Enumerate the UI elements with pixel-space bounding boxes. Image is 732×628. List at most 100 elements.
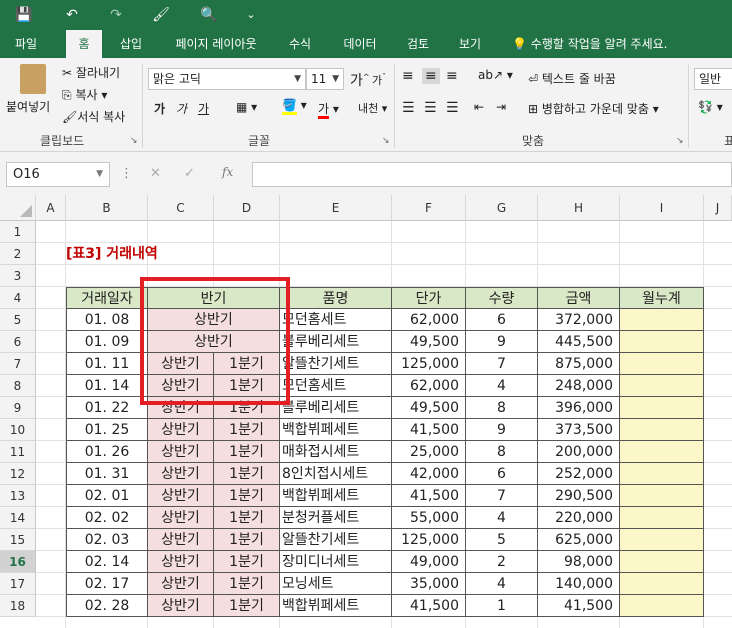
cumulative-cell[interactable] xyxy=(620,331,704,353)
amount-cell[interactable]: 396,000 xyxy=(538,397,620,419)
amount-cell[interactable]: 625,000 xyxy=(538,529,620,551)
price-cell[interactable]: 55,000 xyxy=(392,507,466,529)
half-cell[interactable]: 상반기 xyxy=(148,507,214,529)
customize-toolbar-icon[interactable]: ⌄ xyxy=(244,6,258,24)
increase-indent-icon[interactable]: ⇥ xyxy=(496,100,506,114)
date-cell[interactable]: 01. 14 xyxy=(66,375,148,397)
paste-icon[interactable] xyxy=(20,64,46,94)
tab-page-layout[interactable]: 페이지 레이아웃 xyxy=(166,30,266,58)
row-header-5[interactable]: 5 xyxy=(0,309,36,331)
product-cell[interactable]: 블루베리세트 xyxy=(280,331,392,353)
row-header-6[interactable]: 6 xyxy=(0,331,36,353)
half-cell[interactable]: 상반기 xyxy=(148,595,214,617)
quarter-cell[interactable]: 1분기 xyxy=(214,529,280,551)
price-cell[interactable]: 41,500 xyxy=(392,419,466,441)
header-cumulative[interactable]: 월누계 xyxy=(620,287,704,309)
column-header-d[interactable]: D xyxy=(214,195,280,221)
qty-cell[interactable]: 8 xyxy=(466,441,538,463)
print-preview-icon[interactable]: 🔍 xyxy=(198,6,220,24)
row-header-12[interactable]: 12 xyxy=(0,463,36,485)
border-button[interactable]: ▦ ▾ xyxy=(236,100,257,114)
accounting-format-icon[interactable]: 💱 ▾ xyxy=(698,100,723,114)
cancel-icon[interactable]: ✕ xyxy=(150,166,161,181)
custom-quick-access-icon[interactable]: 🖌 xyxy=(150,6,172,24)
quarter-cell[interactable]: 1분기 xyxy=(214,507,280,529)
column-header-j[interactable]: J xyxy=(704,195,732,221)
column-header-b[interactable]: B xyxy=(66,195,148,221)
date-cell[interactable]: 02. 03 xyxy=(66,529,148,551)
row-header-4[interactable]: 4 xyxy=(0,287,36,309)
product-cell[interactable]: 분청커플세트 xyxy=(280,507,392,529)
sheet-title[interactable]: [표3] 거래내역 xyxy=(66,243,158,263)
row-header-13[interactable]: 13 xyxy=(0,485,36,507)
header-qty[interactable]: 수량 xyxy=(466,287,538,309)
font-size-dropdown[interactable]: 11 ▼ xyxy=(306,68,344,90)
product-cell[interactable]: 매화접시세트 xyxy=(280,441,392,463)
align-right-icon[interactable]: ☰ xyxy=(446,100,459,116)
align-top-icon[interactable]: ≡ xyxy=(402,68,414,84)
row-header-9[interactable]: 9 xyxy=(0,397,36,419)
header-amount[interactable]: 금액 xyxy=(538,287,620,309)
product-cell[interactable]: 장미디너세트 xyxy=(280,551,392,573)
price-cell[interactable]: 25,000 xyxy=(392,441,466,463)
column-header-h[interactable]: H xyxy=(538,195,620,221)
half-cell[interactable]: 상반기 xyxy=(148,573,214,595)
quarter-cell[interactable]: 1분기 xyxy=(214,485,280,507)
row-header-1[interactable]: 1 xyxy=(0,221,36,243)
half-cell[interactable]: 상반기 xyxy=(148,441,214,463)
tab-data[interactable]: 데이터 xyxy=(336,30,384,58)
italic-button[interactable]: 가 xyxy=(176,100,187,117)
row-header-3[interactable]: 3 xyxy=(0,265,36,287)
tab-formulas[interactable]: 수식 xyxy=(282,30,318,58)
price-cell[interactable]: 62,000 xyxy=(392,375,466,397)
cumulative-cell[interactable] xyxy=(620,551,704,573)
phonetic-button[interactable]: 내천 ▾ xyxy=(358,100,387,116)
decrease-indent-icon[interactable]: ⇤ xyxy=(474,100,484,114)
row-header-7[interactable]: 7 xyxy=(0,353,36,375)
cumulative-cell[interactable] xyxy=(620,375,704,397)
quarter-cell[interactable]: 1분기 xyxy=(214,595,280,617)
product-cell[interactable]: 모닝세트 xyxy=(280,573,392,595)
cumulative-cell[interactable] xyxy=(620,419,704,441)
product-cell[interactable]: 백합뷔페세트 xyxy=(280,419,392,441)
font-name-dropdown[interactable]: 맑은 고딕 ▼ xyxy=(148,68,306,90)
grow-font-button[interactable]: 가^ xyxy=(350,70,370,90)
cumulative-cell[interactable] xyxy=(620,397,704,419)
qty-cell[interactable]: 6 xyxy=(466,463,538,485)
price-cell[interactable]: 35,000 xyxy=(392,573,466,595)
amount-cell[interactable]: 290,500 xyxy=(538,485,620,507)
row-header-16[interactable]: 16 xyxy=(0,551,36,573)
date-cell[interactable]: 02. 28 xyxy=(66,595,148,617)
tab-home[interactable]: 홈 xyxy=(66,30,102,58)
amount-cell[interactable]: 252,000 xyxy=(538,463,620,485)
insert-function-icon[interactable]: fx xyxy=(222,165,233,179)
price-cell[interactable]: 42,000 xyxy=(392,463,466,485)
orientation-icon[interactable]: ab↗ ▾ xyxy=(478,68,513,82)
cumulative-cell[interactable] xyxy=(620,463,704,485)
align-bottom-icon[interactable]: ≡ xyxy=(446,68,458,84)
redo-icon[interactable]: ↷ xyxy=(102,6,130,24)
qty-cell[interactable]: 7 xyxy=(466,353,538,375)
price-cell[interactable]: 125,000 xyxy=(392,529,466,551)
amount-cell[interactable]: 248,000 xyxy=(538,375,620,397)
row-header-18[interactable]: 18 xyxy=(0,595,36,617)
select-all-corner[interactable] xyxy=(0,195,36,221)
quarter-cell[interactable]: 1분기 xyxy=(214,419,280,441)
half-cell[interactable]: 상반기 xyxy=(148,485,214,507)
font-launcher-icon[interactable]: ↘ xyxy=(382,136,390,146)
date-cell[interactable]: 01. 09 xyxy=(66,331,148,353)
row-header-2[interactable]: 2 xyxy=(0,243,36,265)
shrink-font-button[interactable]: 가ˇ xyxy=(372,72,386,88)
merge-center-button[interactable]: ⊞ 병합하고 가운데 맞춤 ▾ xyxy=(528,100,659,117)
font-color-button[interactable]: 가 ▾ xyxy=(318,100,339,119)
number-format-dropdown[interactable]: 일반 xyxy=(694,68,732,90)
undo-icon[interactable]: ↶ xyxy=(58,6,86,24)
cumulative-cell[interactable] xyxy=(620,507,704,529)
cumulative-cell[interactable] xyxy=(620,441,704,463)
qty-cell[interactable]: 5 xyxy=(466,529,538,551)
format-painter-button[interactable]: 🖌서식 복사 xyxy=(62,108,125,125)
align-center-icon[interactable]: ☰ xyxy=(424,100,437,116)
date-cell[interactable]: 01. 25 xyxy=(66,419,148,441)
price-cell[interactable]: 49,500 xyxy=(392,397,466,419)
cut-button[interactable]: ✂ 잘라내기 xyxy=(62,64,120,81)
